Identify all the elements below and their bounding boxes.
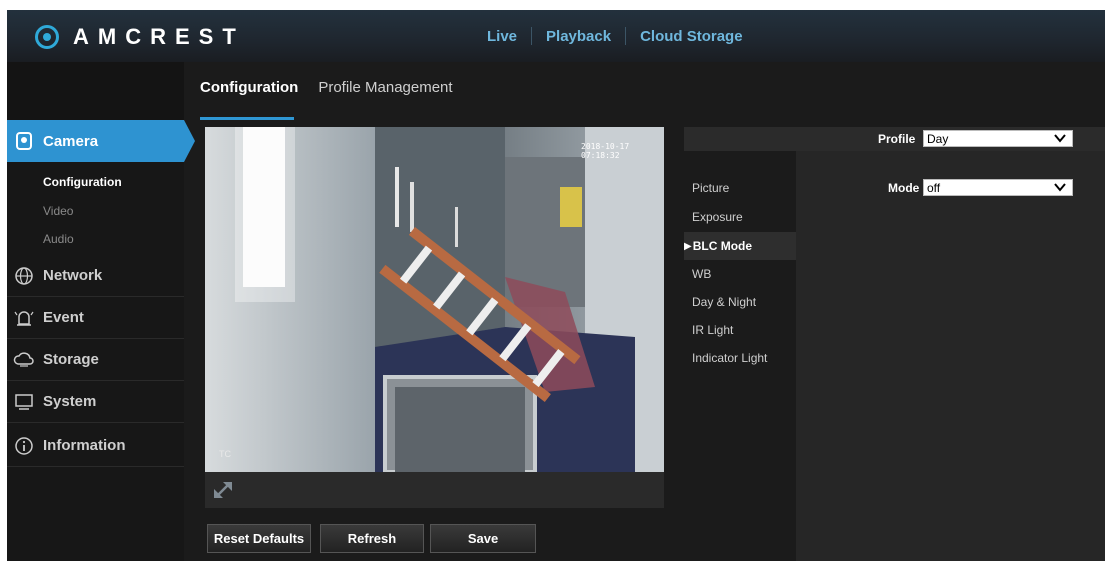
tab-profile-management[interactable]: Profile Management [318, 62, 462, 120]
fullscreen-icon[interactable] [211, 479, 235, 506]
info-icon [13, 435, 35, 457]
mode-select[interactable]: off [923, 179, 1073, 196]
menu-item-indicator-light[interactable]: Indicator Light [684, 344, 796, 372]
video-controls [205, 472, 664, 508]
video-timestamp: 2018-10-17 07:18:32 [581, 142, 630, 160]
sidebar: Camera Configuration Video Audio Network… [7, 120, 195, 561]
mode-label: Mode [888, 181, 920, 195]
sidebar-item-label: Information [43, 437, 126, 454]
menu-item-picture[interactable]: Picture [684, 174, 796, 202]
sidebar-item-camera[interactable]: Camera [7, 120, 195, 162]
menu-item-wb[interactable]: WB [684, 260, 796, 288]
alarm-icon [13, 307, 35, 329]
brand-name: AMCREST [73, 24, 245, 49]
menu-item-day-night[interactable]: Day & Night [684, 288, 796, 316]
settings-menu: Picture Exposure ▶ BLC Mode WB Day & Nig… [684, 151, 796, 561]
mode-select-value: off [927, 180, 941, 195]
network-globe-icon [13, 265, 35, 287]
sidebar-item-label: Storage [43, 351, 99, 368]
tab-configuration[interactable]: Configuration [200, 62, 308, 120]
app-window: AMCREST Live Playback Cloud Storage Conf… [7, 10, 1105, 561]
profile-header: Profile Day [684, 127, 1105, 151]
sidebar-item-storage[interactable]: Storage [7, 339, 184, 381]
nav-cloud-storage[interactable]: Cloud Storage [626, 28, 757, 45]
sidebar-item-label: Camera [43, 132, 99, 150]
sidebar-sub-configuration[interactable]: Configuration [43, 175, 122, 189]
sidebar-header [7, 62, 184, 120]
tab-bar: Configuration Profile Management [7, 62, 1105, 120]
profile-select-value: Day [927, 131, 949, 146]
sidebar-item-label: Event [43, 309, 84, 326]
logo-icon [35, 25, 59, 49]
sidebar-item-event[interactable]: Event [7, 297, 184, 339]
sidebar-item-system[interactable]: System [7, 381, 184, 423]
sidebar-sub-audio[interactable]: Audio [43, 232, 74, 246]
nav-playback[interactable]: Playback [532, 28, 625, 45]
profile-select[interactable]: Day [923, 130, 1073, 147]
menu-item-ir-light[interactable]: IR Light [684, 316, 796, 344]
chevron-down-icon [1054, 181, 1066, 196]
nav-live[interactable]: Live [473, 28, 531, 45]
camera-icon [13, 130, 35, 152]
video-preview[interactable]: 2018-10-17 07:18:32 TC [205, 127, 664, 472]
top-nav: Live Playback Cloud Storage [473, 10, 757, 62]
save-button[interactable]: Save [430, 524, 536, 553]
settings-content: Mode off [796, 151, 1105, 561]
monitor-icon [13, 391, 35, 413]
menu-item-blc-mode[interactable]: ▶ BLC Mode [684, 232, 796, 260]
sidebar-item-network[interactable]: Network [7, 255, 184, 297]
sidebar-item-label: System [43, 393, 97, 410]
active-arrow-icon: ▶ [684, 240, 692, 252]
sidebar-item-label: Network [43, 267, 103, 284]
sidebar-item-information[interactable]: Information [7, 425, 184, 467]
cloud-storage-icon [13, 349, 35, 371]
camera-feed-image [205, 127, 664, 472]
top-bar: AMCREST Live Playback Cloud Storage [7, 10, 1105, 62]
sidebar-sub-video[interactable]: Video [43, 204, 73, 218]
profile-label: Profile [878, 132, 916, 146]
reset-defaults-button[interactable]: Reset Defaults [207, 524, 311, 553]
refresh-button[interactable]: Refresh [320, 524, 424, 553]
video-channel-label: TC [219, 449, 231, 459]
menu-item-exposure[interactable]: Exposure [684, 203, 796, 231]
brand-logo: AMCREST [35, 24, 245, 50]
menu-item-label: BLC Mode [692, 239, 753, 253]
chevron-down-icon [1054, 132, 1066, 147]
config-tabs: Configuration Profile Management [200, 62, 473, 120]
